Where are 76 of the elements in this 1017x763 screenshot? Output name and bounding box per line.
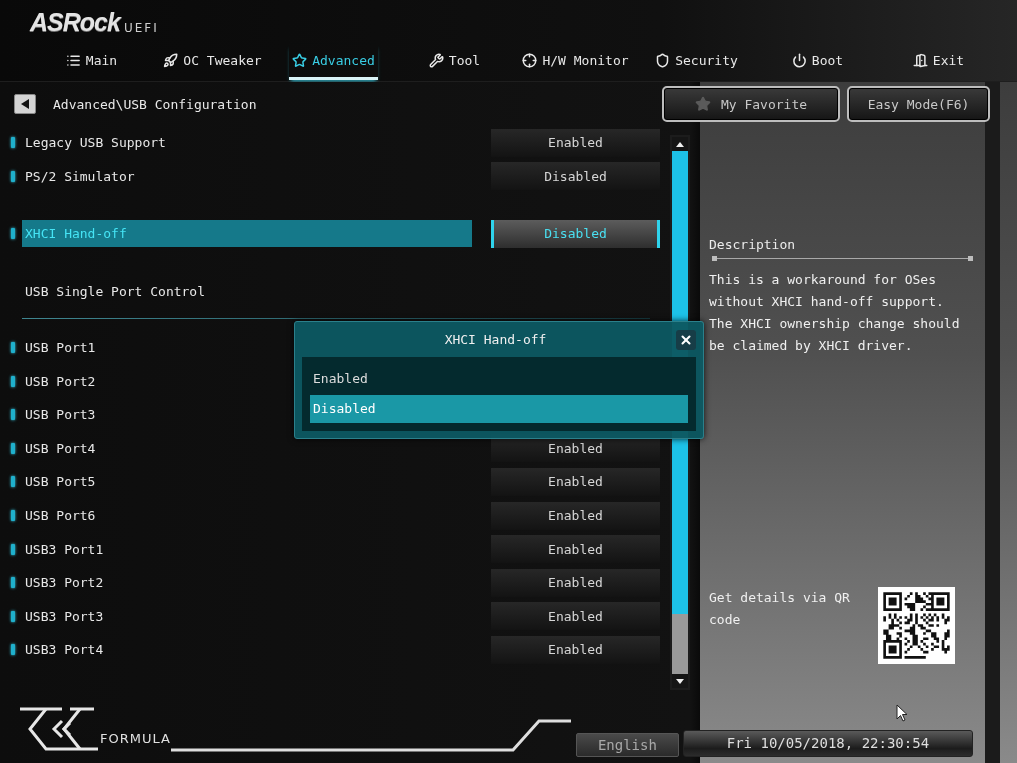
star-icon xyxy=(292,52,308,68)
scroll-down-button[interactable] xyxy=(672,674,688,688)
marker-icon xyxy=(11,342,15,354)
tab[interactable]: Advanced xyxy=(289,43,378,80)
marker-icon xyxy=(11,644,15,656)
description-heading: Description xyxy=(709,236,796,253)
mouse-pointer-icon xyxy=(896,704,908,722)
value-button[interactable]: Enabled xyxy=(491,501,660,530)
value-button[interactable]: Disabled xyxy=(491,220,660,248)
setting-label[interactable]: USB3 Port4 xyxy=(22,636,104,664)
value-button[interactable]: Enabled xyxy=(491,635,660,664)
value-button[interactable]: Enabled xyxy=(491,602,660,631)
crosshair-icon xyxy=(522,52,538,68)
marker-icon xyxy=(11,610,15,622)
shield-icon xyxy=(655,52,671,68)
language-button[interactable]: English xyxy=(575,733,679,757)
value-button[interactable]: Enabled xyxy=(491,535,660,564)
setting-label[interactable]: Legacy USB Support xyxy=(22,129,166,157)
wrench-icon xyxy=(428,52,444,68)
marker-icon xyxy=(11,510,15,522)
logo-text: FORMULA xyxy=(100,731,171,746)
value-button[interactable]: Enabled xyxy=(491,128,660,157)
setting-label[interactable]: PS/2 Simulator xyxy=(22,162,135,190)
marker-icon xyxy=(11,228,15,240)
section-heading: USB Single Port Control xyxy=(25,282,205,301)
tab[interactable]: Main xyxy=(62,43,121,80)
tab[interactable]: OC Tweaker xyxy=(160,43,265,80)
logo-emblem-icon xyxy=(18,705,98,753)
value-button[interactable]: Enabled xyxy=(491,467,660,496)
close-button[interactable] xyxy=(676,329,696,350)
qr-code-icon xyxy=(878,587,955,664)
setting-label[interactable]: USB Port2 xyxy=(22,367,96,395)
tab[interactable]: Security xyxy=(652,43,741,80)
logo-text: ASRock xyxy=(30,9,120,35)
list-icon xyxy=(65,52,81,68)
dialog-title: XHCI Hand-off xyxy=(444,332,547,347)
door-icon xyxy=(912,52,928,68)
marker-icon xyxy=(11,442,15,454)
setting-label[interactable]: USB Port1 xyxy=(22,334,96,362)
back-button[interactable] xyxy=(14,94,36,114)
breadcrumb: Advanced\USB Configuration xyxy=(53,96,257,112)
scroll-up-button[interactable] xyxy=(672,137,688,151)
down-triangle-icon xyxy=(676,678,684,684)
setting-label[interactable]: USB Port5 xyxy=(22,468,96,496)
qr-caption: Get details via QR code xyxy=(709,589,851,629)
description-text: This is a workaround for OSes without XHCI hand-off support. The XHCI ownership change should be claimed by XHCI driver. xyxy=(709,271,961,355)
marker-icon xyxy=(11,543,15,555)
dialog-option[interactable]: Enabled xyxy=(310,365,688,393)
tab[interactable]: Boot xyxy=(788,43,847,80)
marker-icon xyxy=(11,577,15,589)
setting-label[interactable]: USB Port4 xyxy=(22,434,96,462)
tab[interactable]: H/W Monitor xyxy=(519,43,632,80)
left-triangle-icon xyxy=(21,99,29,109)
setting-label[interactable]: USB Port3 xyxy=(22,401,96,429)
logo-suffix: UEFI xyxy=(123,20,159,35)
close-icon xyxy=(679,332,693,347)
setting-label[interactable]: USB Port6 xyxy=(22,502,96,530)
up-triangle-icon xyxy=(676,141,684,147)
value-button[interactable]: Enabled xyxy=(491,568,660,597)
setting-label[interactable]: USB3 Port3 xyxy=(22,602,104,630)
value-button[interactable]: Disabled xyxy=(491,162,660,191)
favorite-button[interactable]: My Favorite xyxy=(662,86,840,122)
setting-label[interactable]: USB3 Port2 xyxy=(22,569,104,597)
star-icon xyxy=(694,96,711,112)
tab[interactable]: Exit xyxy=(909,43,968,80)
marker-icon xyxy=(11,170,15,182)
easy-mode-button[interactable]: Easy Mode(F6) xyxy=(847,86,990,122)
rocket-icon xyxy=(163,52,179,68)
setting-label[interactable]: USB3 Port1 xyxy=(22,535,104,563)
marker-icon xyxy=(11,375,15,387)
power-icon xyxy=(791,52,807,68)
date-time-bar: Fri 10/05/2018, 22:30:54 xyxy=(682,730,973,757)
tab[interactable]: Tool xyxy=(425,43,484,80)
marker-icon xyxy=(11,137,15,149)
marker-icon xyxy=(11,476,15,488)
marker-icon xyxy=(11,409,15,421)
